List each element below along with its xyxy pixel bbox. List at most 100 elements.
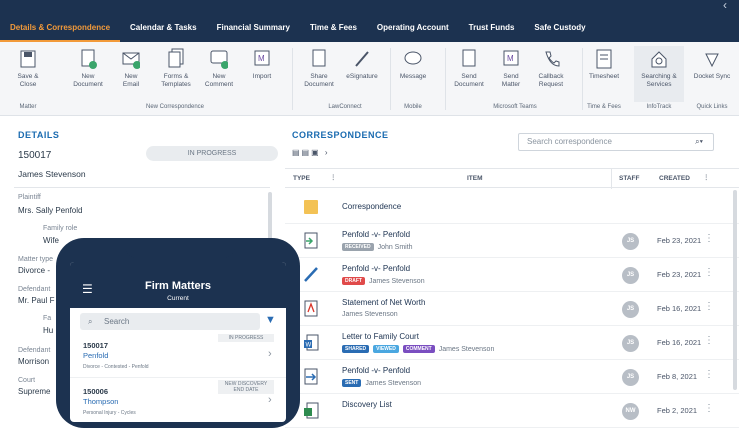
- status-badge: IN PROGRESS: [146, 146, 278, 161]
- group-label-microsoft-teams: Microsoft Teams: [493, 104, 537, 110]
- defendant-value-2: Morrison: [18, 357, 50, 366]
- plaintiff-value: Mrs. Sally Penfold: [18, 206, 83, 215]
- table-header: TYPE ⋮ ITEM STAFF CREATED ⋮: [285, 168, 739, 189]
- message-button[interactable]: Message: [396, 48, 430, 81]
- divider: [582, 48, 583, 110]
- divider: [445, 48, 446, 110]
- avatar: JS: [622, 301, 639, 318]
- matter-number: 150017: [18, 150, 52, 161]
- kebab-icon[interactable]: ⋮: [704, 403, 714, 414]
- import-button[interactable]: M Import: [246, 48, 278, 81]
- item-title: Statement of Net Worth: [342, 298, 426, 307]
- item-author: James Stevenson: [342, 311, 398, 318]
- kebab-icon[interactable]: ⋮: [704, 267, 714, 278]
- defendant-label: Defendant: [18, 286, 51, 293]
- col-staff[interactable]: STAFF: [619, 175, 639, 182]
- table-row[interactable]: Penfold -v- Penfold SENT James Stevenson …: [285, 360, 739, 394]
- send-matter-button[interactable]: M Send Matter: [494, 48, 528, 89]
- esignature-button[interactable]: eSignature: [342, 48, 382, 81]
- email-plus-icon: [122, 48, 141, 70]
- item-title: Penfold -v- Penfold: [342, 230, 411, 239]
- forms-templates-button[interactable]: Forms & Templates: [156, 48, 196, 89]
- kebab-icon[interactable]: ⋮: [704, 369, 714, 380]
- send-matter-icon: M: [502, 48, 520, 70]
- tab-time-fees[interactable]: Time & Fees: [300, 14, 367, 42]
- created-date: Feb 16, 2021: [657, 304, 702, 313]
- chevron-right-icon: ›: [268, 348, 272, 360]
- created-date: Feb 8, 2021: [657, 372, 698, 381]
- send-document-icon: [460, 48, 478, 70]
- kebab-icon[interactable]: ⋮: [703, 173, 710, 181]
- save-icon: [19, 48, 37, 70]
- item-author: John Smith: [377, 243, 413, 251]
- send-document-button[interactable]: Send Document: [450, 48, 488, 89]
- scrollbar[interactable]: [733, 190, 737, 390]
- svg-text:W: W: [306, 343, 312, 349]
- family-role-value-2: Hu: [43, 326, 54, 335]
- item-author: James Stevenson: [368, 277, 425, 285]
- searching-services-button[interactable]: Searching & Services: [634, 46, 684, 102]
- group-label-infotrack: InfoTrack: [646, 104, 672, 110]
- tab-financial-summary[interactable]: Financial Summary: [207, 14, 300, 42]
- matter-name: Penfold: [83, 351, 109, 360]
- view-toggle-icons[interactable]: ▤▤▣ ›: [292, 148, 330, 157]
- table-row[interactable]: Discovery List NW Feb 2, 2021 ⋮: [285, 394, 739, 428]
- forms-icon: [167, 48, 185, 70]
- received-icon: [303, 231, 319, 250]
- table-row[interactable]: Penfold -v- Penfold DRAFT James Stevenson…: [285, 258, 739, 292]
- divider: [14, 187, 270, 188]
- court-label: Court: [18, 377, 36, 384]
- col-created[interactable]: CREATED: [659, 175, 690, 182]
- docket-sync-icon: [703, 48, 721, 70]
- group-label-mobile: Mobile: [404, 104, 422, 110]
- folder-row[interactable]: Correspondence: [285, 190, 739, 224]
- kebab-icon[interactable]: ⋮: [330, 173, 337, 181]
- item-title: Penfold -v- Penfold: [342, 264, 411, 273]
- phone-matter-item[interactable]: NEW DISCOVERY END DATE 150006 Thompson P…: [70, 380, 286, 422]
- status-tag: RECEIVED: [342, 243, 374, 251]
- matter-number: 150006: [83, 387, 109, 396]
- status-tag: SENT: [342, 379, 362, 387]
- kebab-icon[interactable]: ⋮: [704, 335, 714, 346]
- search-icon[interactable]: ⌕▾: [695, 134, 703, 150]
- col-type[interactable]: TYPE: [293, 175, 310, 182]
- col-item[interactable]: ITEM: [467, 175, 483, 182]
- docket-sync-button[interactable]: Docket Sync: [688, 48, 736, 81]
- callback-request-button[interactable]: Callback Request: [532, 48, 570, 89]
- plaintiff-label: Plaintiff: [18, 194, 41, 201]
- family-role-label-2: Fa: [43, 315, 52, 322]
- new-comment-button[interactable]: New Comment: [200, 48, 238, 89]
- kebab-icon[interactable]: ⋮: [704, 301, 714, 312]
- item-title: Discovery List: [342, 400, 392, 409]
- table-row[interactable]: Statement of Net Worth James Stevenson J…: [285, 292, 739, 326]
- tab-safe-custody[interactable]: Safe Custody: [524, 14, 595, 42]
- timesheet-button[interactable]: Timesheet: [586, 48, 622, 81]
- search-input[interactable]: Search correspondence ⌕▾: [518, 133, 714, 151]
- word-doc-icon: W: [303, 333, 319, 352]
- save-close-button[interactable]: Save & Close: [12, 48, 44, 89]
- kebab-icon[interactable]: ⋮: [704, 233, 714, 244]
- matter-number: 150017: [83, 341, 109, 350]
- tab-calendar-tasks[interactable]: Calendar & Tasks: [120, 14, 207, 42]
- item-author: James Stevenson: [438, 345, 495, 353]
- table-row[interactable]: W Letter to Family Court SHARED VIEWED COM…: [285, 326, 739, 360]
- filter-icon[interactable]: ▼: [265, 314, 276, 326]
- share-document-button[interactable]: Share Document: [300, 48, 338, 89]
- table-row[interactable]: Penfold -v- Penfold RECEIVED John Smith J…: [285, 224, 739, 258]
- new-document-button[interactable]: New Document: [70, 48, 106, 89]
- message-icon: [404, 48, 422, 70]
- tab-details-correspondence[interactable]: Details & Correspondence: [0, 14, 121, 42]
- comment-plus-icon: [210, 48, 229, 70]
- created-date: Feb 16, 2021: [657, 338, 702, 347]
- avatar: JS: [622, 335, 639, 352]
- folder-name: Correspondence: [342, 202, 402, 211]
- chevron-left-icon[interactable]: ‹: [723, 0, 727, 12]
- tab-trust-funds[interactable]: Trust Funds: [459, 14, 525, 42]
- group-label-matter: Matter: [19, 104, 37, 110]
- tab-operating-account[interactable]: Operating Account: [367, 14, 459, 42]
- phone-search-input[interactable]: ⌕ Search: [80, 313, 260, 330]
- item-author: James Stevenson: [365, 379, 421, 387]
- new-email-button[interactable]: New Email: [114, 48, 148, 89]
- phone-notch: [125, 238, 235, 258]
- phone-matter-item[interactable]: IN PROGRESS 150017 Penfold Divorce - Con…: [70, 334, 286, 378]
